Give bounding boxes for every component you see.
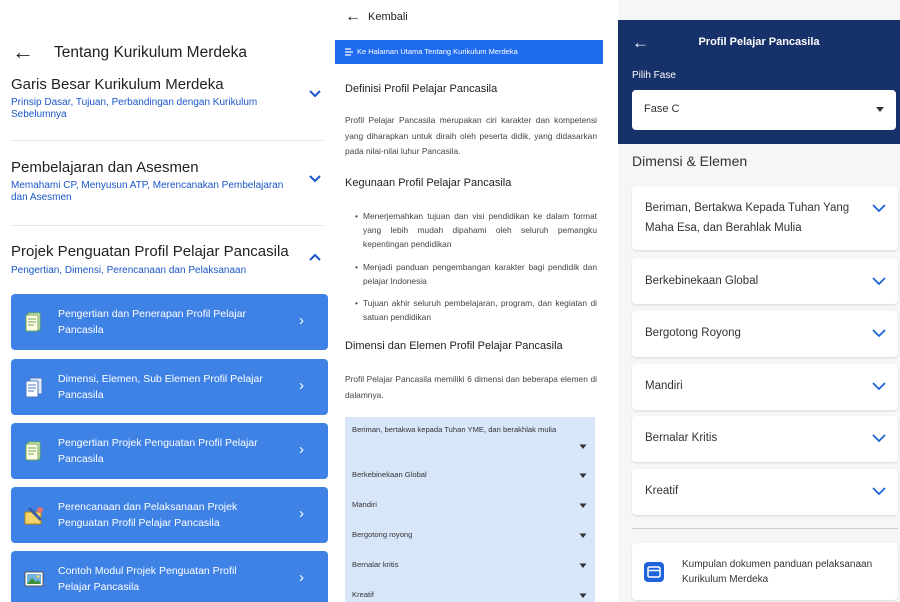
- accordion-projek-penguatan[interactable]: Projek Penguatan Profil Pelajar Pancasil…: [0, 242, 330, 286]
- chevron-down-icon: [872, 204, 886, 213]
- chevron-down-icon: [872, 434, 886, 443]
- documents-stack-icon: [25, 377, 43, 398]
- accordion-subtitle: Memahami CP, Menyusun ATP, Merencanakan …: [11, 180, 284, 203]
- accordion-title: Projek Penguatan Profil Pelajar Pancasil…: [11, 243, 289, 260]
- dimension-card[interactable]: Bernalar Kritis: [632, 416, 898, 462]
- app-bar: ← Tentang Kurikulum Merdeka: [0, 38, 330, 68]
- accordion-title: Garis Besar Kurikulum Merdeka: [11, 76, 224, 93]
- chevron-right-icon: ›: [299, 569, 304, 586]
- paragraph-definisi: Profil Pelajar Pancasila merupakan ciri …: [345, 115, 597, 156]
- menu-item-label: Pengertian dan Penerapan Profil Pelajar …: [58, 308, 246, 336]
- menu-item-label: Pengertian Projek Penguatan Profil Pelaj…: [58, 437, 258, 465]
- app-bar: ← Profil Pelajar Pancasila Pilih Fase Fa…: [618, 20, 900, 144]
- chevron-down-icon: [872, 277, 886, 286]
- divider: [11, 140, 323, 141]
- paragraph-dimensi: Profil Pelajar Pancasila memiliki 6 dime…: [345, 374, 597, 400]
- dimension-item[interactable]: Mandiri: [345, 499, 595, 513]
- dimension-list: Beriman, bertakwa kepada Tuhan YME, dan …: [345, 417, 595, 602]
- dimension-card[interactable]: Bergotong Royong: [632, 311, 898, 357]
- dimension-card-label: Bergotong Royong: [645, 327, 741, 339]
- accordion-pembelajaran[interactable]: Pembelajaran dan Asesmen Memahami CP, Me…: [0, 158, 330, 224]
- bullet-item: • Menerjemahkan tujuan dan visi pendidik…: [355, 211, 597, 249]
- dimension-item[interactable]: Berkebinekaan Global: [345, 469, 595, 483]
- chevron-right-icon: ›: [299, 312, 304, 329]
- bullet-item: • Menjadi panduan pengembangan karakter …: [355, 262, 597, 286]
- menu-item-label: Dimensi, Elemen, Sub Elemen Profil Pelaj…: [58, 373, 263, 401]
- home-link-bar[interactable]: Ke Halaman Utama Tentang Kurikulum Merde…: [335, 40, 603, 64]
- chevron-down-icon: [872, 487, 886, 496]
- page-title: Tentang Kurikulum Merdeka: [54, 44, 247, 61]
- profil-detail-panel: ← Kembali Ke Halaman Utama Tentang Kurik…: [335, 0, 605, 602]
- picture-icon: [24, 571, 44, 587]
- menu-list-icon: [345, 48, 353, 56]
- dimension-card[interactable]: Kreatif: [632, 469, 898, 515]
- chevron-right-icon: ›: [299, 377, 304, 394]
- folder-icon: [644, 562, 664, 582]
- heading-dimensi: Dimensi dan Elemen Profil Pelajar Pancas…: [345, 340, 563, 352]
- fase-label: Pilih Fase: [632, 70, 676, 81]
- fase-select[interactable]: Fase C: [632, 90, 896, 130]
- chevron-down-icon: [579, 533, 587, 538]
- chevron-down-icon: [872, 382, 886, 391]
- dimension-card[interactable]: Berkebinekaan Global: [632, 258, 898, 304]
- menu-item-pengertian-penerapan[interactable]: Pengertian dan Penerapan Profil Pelajar …: [11, 294, 328, 350]
- dimension-card-label: Bernalar Kritis: [645, 432, 718, 444]
- dimension-card-label: Kreatif: [645, 485, 679, 497]
- chevron-down-icon[interactable]: [308, 87, 322, 101]
- doc-link-label: Kumpulan dokumen panduan pelaksanaan Kur…: [682, 559, 873, 585]
- back-arrow-icon[interactable]: ←: [12, 41, 34, 63]
- page-title: Profil Pelajar Pancasila: [698, 36, 820, 48]
- dimension-item[interactable]: Bernalar kritis: [345, 559, 595, 573]
- divider: [632, 528, 898, 529]
- accordion-subtitle: Prinsip Dasar, Tujuan, Perbandingan deng…: [11, 97, 258, 120]
- fase-select-value: Fase C: [644, 103, 680, 115]
- dimension-card[interactable]: Beriman, Bertakwa Kepada Tuhan Yang Maha…: [632, 186, 898, 250]
- menu-item-dimensi-elemen[interactable]: Dimensi, Elemen, Sub Elemen Profil Pelaj…: [11, 359, 328, 415]
- caret-down-icon: [876, 107, 884, 112]
- menu-item-label: Perencanaan dan Pelaksanaan Projek Pengu…: [58, 501, 238, 529]
- document-icon: [25, 312, 41, 332]
- chevron-down-icon: [579, 593, 587, 598]
- dimensi-elemen-panel: ← Profil Pelajar Pancasila Pilih Fase Fa…: [618, 0, 900, 602]
- accordion-garis-besar[interactable]: Garis Besar Kurikulum Merdeka Prinsip Da…: [0, 72, 330, 144]
- dimension-card-label: Mandiri: [645, 380, 683, 392]
- chevron-down-icon: [579, 563, 587, 568]
- home-link-label: Ke Halaman Utama Tentang Kurikulum Merde…: [357, 47, 518, 56]
- back-arrow-icon[interactable]: ←: [345, 8, 361, 26]
- dimension-card-label: Berkebinekaan Global: [645, 275, 759, 287]
- section-title: Dimensi & Elemen: [632, 153, 748, 169]
- accordion-subtitle: Pengertian, Dimensi, Perencanaan dan Pel…: [11, 265, 247, 276]
- chevron-up-icon[interactable]: [308, 250, 322, 264]
- chevron-down-icon: [579, 444, 587, 449]
- heading-kegunaan: Kegunaan Profil Pelajar Pancasila: [345, 177, 512, 189]
- menu-item-contoh-modul[interactable]: Contoh Modul Projek Penguatan Profil Pel…: [11, 551, 328, 602]
- divider: [11, 225, 323, 226]
- heading-definisi: Definisi Profil Pelajar Pancasila: [345, 83, 498, 95]
- dimension-card-label: Beriman, Bertakwa Kepada Tuhan Yang Maha…: [645, 202, 850, 234]
- planning-icon: [24, 506, 43, 525]
- chevron-down-icon: [579, 503, 587, 508]
- chevron-right-icon: ›: [299, 441, 304, 458]
- dimension-item[interactable]: Kreatif: [345, 589, 595, 602]
- chevron-down-icon: [579, 473, 587, 478]
- kurikulum-panel: ← Tentang Kurikulum Merdeka Garis Besar …: [0, 0, 330, 602]
- dimension-item[interactable]: Beriman, bertakwa kepada Tuhan YME, dan …: [345, 424, 595, 454]
- dimension-card[interactable]: Mandiri: [632, 364, 898, 410]
- back-link[interactable]: Kembali: [368, 11, 408, 23]
- document-icon: [25, 441, 41, 461]
- dimension-item[interactable]: Bergotong royong: [345, 529, 595, 543]
- chevron-down-icon: [872, 329, 886, 338]
- accordion-title: Pembelajaran dan Asesmen: [11, 159, 199, 176]
- chevron-down-icon[interactable]: [308, 172, 322, 186]
- bullet-item: • Tujuan akhir seluruh pembelajaran, pro…: [355, 298, 597, 322]
- menu-item-pengertian-projek[interactable]: Pengertian Projek Penguatan Profil Pelaj…: [11, 423, 328, 479]
- menu-item-label: Contoh Modul Projek Penguatan Profil Pel…: [58, 565, 237, 593]
- menu-item-perencanaan-pelaksanaan[interactable]: Perencanaan dan Pelaksanaan Projek Pengu…: [11, 487, 328, 543]
- chevron-right-icon: ›: [299, 505, 304, 522]
